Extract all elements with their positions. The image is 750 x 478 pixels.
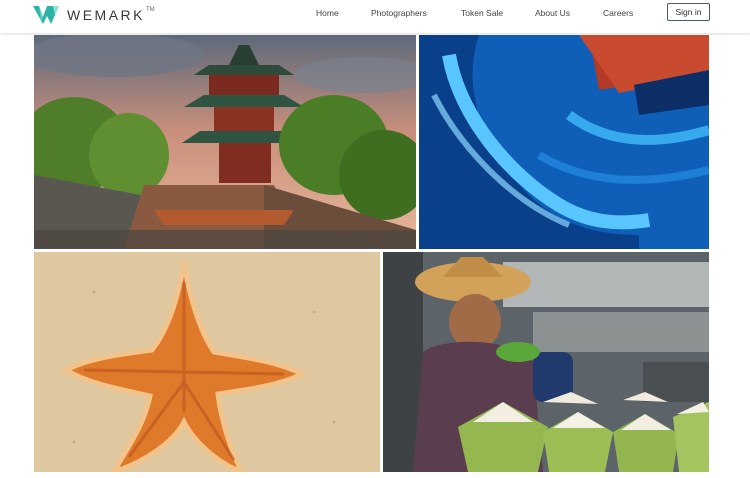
starfish-image (34, 252, 380, 472)
top-navigation-bar: WEMARKTM Home Photographers Token Sale A… (0, 0, 750, 33)
photo-boat-reflection[interactable] (419, 35, 709, 249)
nav-home[interactable]: Home (316, 8, 339, 18)
boat-reflection-image (419, 35, 709, 249)
coconut-vendor-image (383, 252, 709, 472)
pagoda-temple-image (34, 35, 416, 249)
nav-token-sale[interactable]: Token Sale (461, 8, 503, 18)
photo-starfish-on-sand[interactable] (34, 252, 380, 472)
photo-pagoda-temple[interactable] (34, 35, 416, 249)
photo-coconut-vendor[interactable] (383, 252, 709, 472)
nav-photographers[interactable]: Photographers (371, 8, 427, 18)
main-nav: Home Photographers Token Sale About Us C… (0, 0, 750, 26)
nav-careers[interactable]: Careers (603, 8, 633, 18)
nav-about-us[interactable]: About Us (535, 8, 570, 18)
sign-in-button[interactable]: Sign in (667, 3, 710, 21)
